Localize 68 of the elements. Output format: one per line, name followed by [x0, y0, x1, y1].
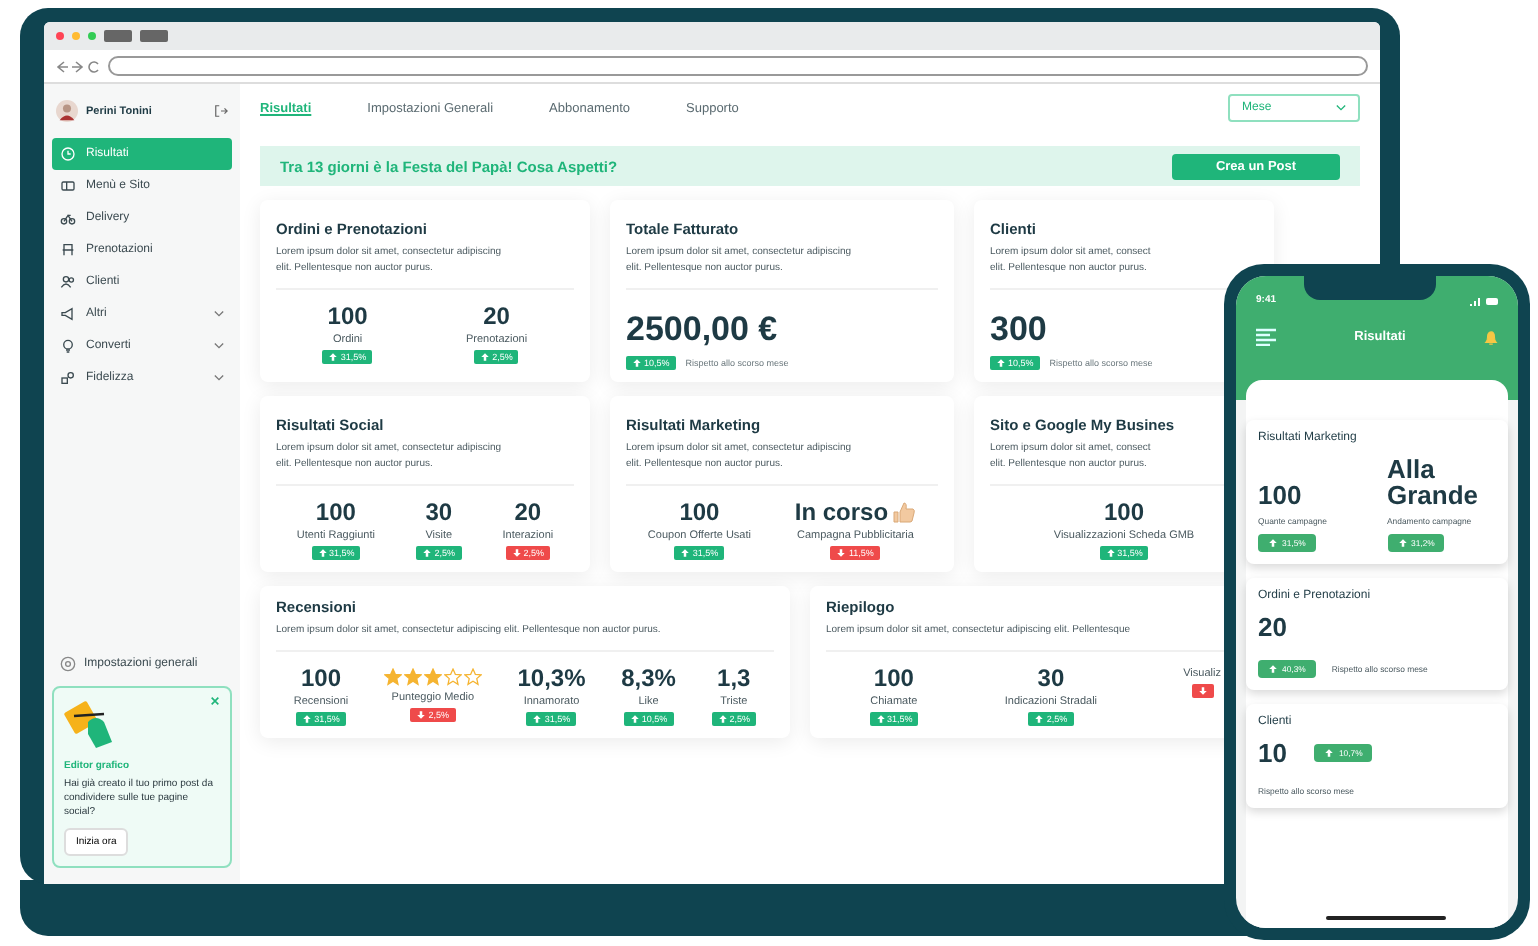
- chevron-down-icon: [1336, 104, 1346, 112]
- card-icon: [60, 178, 76, 194]
- stat-value: 10,3%: [517, 664, 586, 692]
- filled-star-icon: [423, 667, 442, 685]
- stat-value: 100: [315, 498, 356, 526]
- stat-value: 100: [1103, 498, 1145, 526]
- bell-icon[interactable]: [1484, 329, 1498, 345]
- phone-notch: [1304, 276, 1436, 300]
- stat-value: 100: [327, 302, 368, 330]
- stat-value: In corso: [794, 498, 889, 526]
- up-arrow-icon: [1397, 538, 1407, 548]
- up-arrow-icon: [1034, 714, 1045, 724]
- filled-star-icon: [383, 667, 402, 685]
- navigation-icon[interactable]: [56, 59, 100, 73]
- stat-value: 100: [873, 664, 914, 692]
- avatar: [56, 100, 78, 122]
- up-arrow-icon: [480, 352, 491, 362]
- status-icons: [1470, 295, 1498, 305]
- up-arrow-icon: [1105, 548, 1116, 558]
- stat-value: 8,3%: [621, 664, 676, 692]
- up-arrow-icon: [317, 548, 328, 558]
- address-bar[interactable]: [108, 56, 1368, 76]
- bulb-icon: [60, 338, 76, 354]
- chevron-down-icon: [214, 310, 224, 318]
- down-arrow-icon: [511, 548, 522, 558]
- stat-value: 20: [514, 498, 542, 526]
- up-arrow-icon: [1268, 664, 1278, 674]
- empty-star-icon: [463, 667, 482, 685]
- up-arrow-icon: [632, 358, 642, 368]
- stat-value: 1,3: [717, 664, 751, 692]
- shapes-icon: [60, 370, 76, 386]
- stat-value: 100: [679, 498, 720, 526]
- stat-value: 30: [1037, 664, 1065, 692]
- people-icon: [60, 274, 76, 290]
- megaphone-icon: [60, 306, 76, 322]
- down-arrow-icon: [1197, 686, 1208, 696]
- stat-value: 20: [483, 302, 510, 330]
- stat-value: 100: [1258, 482, 1304, 508]
- clock-icon: [60, 146, 76, 162]
- logout-icon[interactable]: [214, 104, 228, 118]
- up-arrow-icon: [1268, 538, 1278, 548]
- close-icon[interactable]: [210, 696, 220, 706]
- total-value: 300: [990, 310, 1047, 350]
- chevron-down-icon: [214, 342, 224, 350]
- up-arrow-icon: [1324, 748, 1335, 758]
- down-arrow-icon: [836, 548, 847, 558]
- stat-value: 20: [1258, 614, 1289, 640]
- up-arrow-icon: [875, 714, 886, 724]
- total-value: 2500,00 €: [626, 310, 778, 350]
- up-arrow-icon: [680, 548, 691, 558]
- filled-star-icon: [403, 667, 422, 685]
- up-arrow-icon: [717, 714, 728, 724]
- up-arrow-icon: [996, 358, 1006, 368]
- settings-icon: [60, 656, 76, 672]
- stat-value: 100: [301, 664, 342, 692]
- stat-value: 10: [1258, 740, 1287, 766]
- up-arrow-icon: [422, 548, 433, 558]
- up-arrow-icon: [328, 352, 339, 362]
- chair-icon: [60, 242, 76, 258]
- down-arrow-icon: [416, 710, 427, 720]
- menu-icon[interactable]: [1256, 328, 1276, 346]
- bicycle-icon: [60, 210, 76, 226]
- up-arrow-icon: [629, 714, 640, 724]
- stat-value: Alla Grande: [1387, 456, 1481, 508]
- chevron-down-icon: [214, 374, 224, 382]
- up-arrow-icon: [532, 714, 543, 724]
- stat-value: 30: [425, 498, 453, 526]
- up-arrow-icon: [302, 714, 313, 724]
